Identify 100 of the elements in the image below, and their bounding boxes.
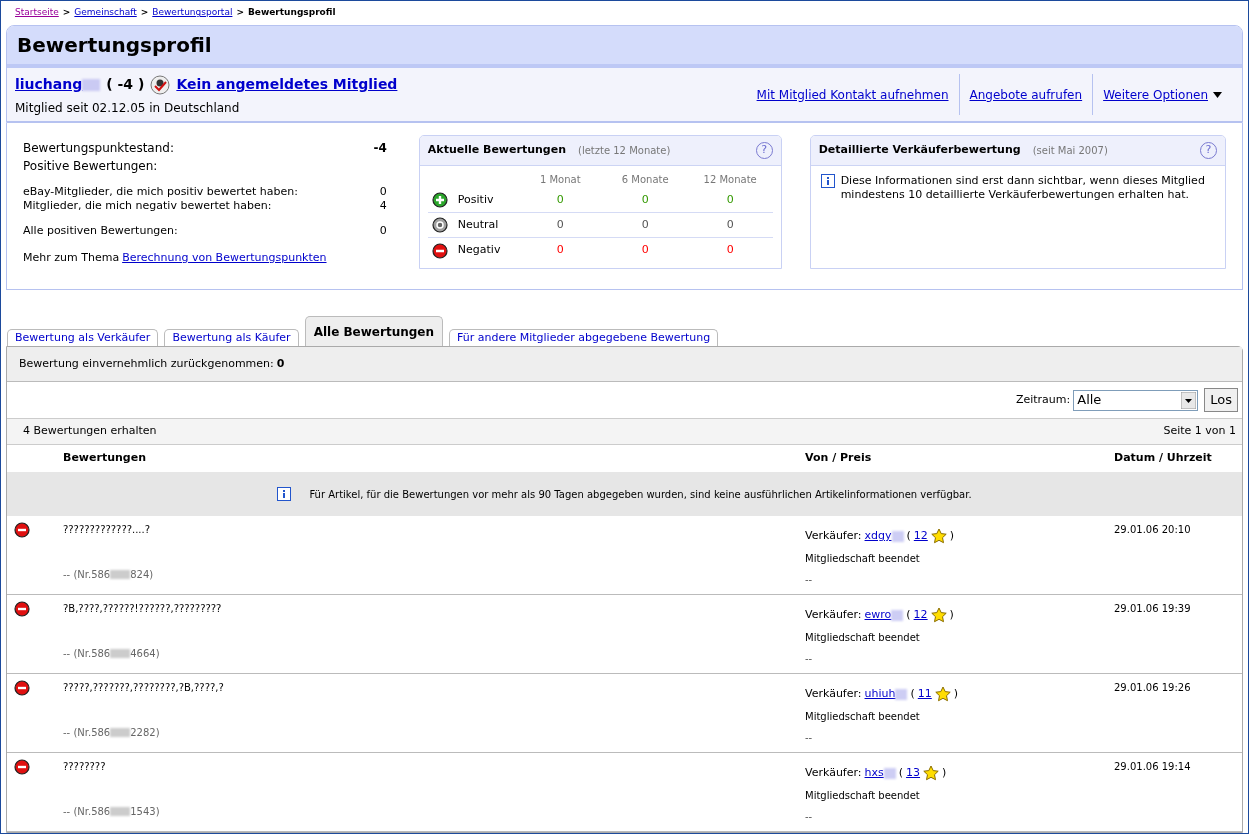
membership-status: Mitgliedschaft beendet: [805, 630, 921, 645]
item-number-end: 824): [130, 568, 154, 582]
column-header: 12 Monate: [702, 173, 758, 187]
blurred-text: [895, 688, 908, 700]
period-dropdown[interactable]: Alle: [1073, 389, 1199, 411]
stat-label: Mitglieder, die mich negativ bewertet haben:: [23, 199, 272, 213]
shield-check-icon: [150, 74, 171, 95]
item-number-end: 1543): [130, 805, 160, 819]
rating-count: 0: [640, 216, 650, 233]
role-label: Verkäufer:: [805, 528, 862, 544]
price: --: [805, 651, 814, 666]
info-text: Diese Informationen sind erst dann sichtbar, wenn dieses Mitglied mindestens 10 detaillierte Verkäuferbewertungen erhalten hat.: [840, 174, 1206, 202]
item-number-end: 2282): [130, 726, 160, 740]
bracket: (: [898, 765, 904, 781]
tab[interactable]: Bewertung als Verkäufer: [7, 328, 159, 346]
more-text: Mehr zum Thema: [23, 249, 120, 266]
action-link[interactable]: Angebote aufrufen: [969, 85, 1083, 104]
action-link[interactable]: Weitere Optionen: [1103, 85, 1208, 104]
breadcrumb-link[interactable]: Gemeinschaft: [74, 6, 137, 20]
go-button[interactable]: Los: [1204, 388, 1238, 412]
role-label: Verkäufer:: [805, 686, 862, 702]
stat-value: 0: [379, 185, 387, 199]
user-link[interactable]: uhiuh: [864, 686, 896, 703]
bracket: ): [953, 686, 959, 702]
rating-count: 0: [725, 216, 735, 233]
price: --: [805, 730, 814, 745]
rating-date: 29.01.06 19:26: [1114, 681, 1192, 695]
membership-status: Mitgliedschaft beendet: [805, 709, 921, 724]
rating-count: 0: [725, 191, 735, 208]
item-number-start: -- (Nr.586: [63, 805, 111, 819]
bracket: ): [949, 528, 955, 544]
page-indicator: Seite 1 von 1: [1163, 423, 1236, 440]
bracket: ): [949, 607, 954, 623]
member-name-link[interactable]: liuchang: [15, 74, 83, 95]
stat-value: 4: [379, 199, 387, 213]
dropdown-arrow-icon: [1181, 391, 1197, 409]
user-link[interactable]: hxs: [864, 765, 884, 782]
blurred-text: [891, 609, 904, 621]
item-number-start: -- (Nr.586: [63, 726, 111, 740]
star-icon: [923, 765, 940, 782]
period-value: Alle: [1076, 391, 1103, 410]
tab[interactable]: Für andere Mitglieder abgegebene Bewertung: [449, 328, 719, 346]
blurred-text: [110, 807, 131, 816]
blurred-text: [110, 728, 131, 737]
stat-label: eBay-Mitglieder, die mich positiv bewertet haben:: [23, 185, 298, 199]
panel-title: Detaillierte Verkäuferbewertung: [818, 142, 1021, 159]
rating-count: 0: [555, 191, 565, 208]
stat-value: -4: [373, 140, 387, 157]
breadcrumb-link[interactable]: Startseite: [15, 6, 59, 20]
star-icon: [930, 607, 947, 624]
star-icon: [930, 528, 947, 545]
rating-comment: ????????: [63, 760, 107, 774]
info-icon: [277, 487, 292, 501]
item-number-start: -- (Nr.586: [63, 647, 111, 661]
rating-date: 29.01.06 19:39: [1114, 602, 1192, 616]
rating-count: 0: [640, 191, 650, 208]
column-header: 6 Monate: [620, 173, 670, 187]
member-status-link[interactable]: Kein angemeldetes Mitglied: [176, 74, 398, 95]
bracket: (: [906, 528, 911, 544]
member-score: ( -4 ): [106, 75, 145, 94]
blurred-text: [110, 649, 131, 658]
withdrawn-label: Bewertung einvernehmlich zurückgenommen:: [19, 355, 274, 372]
rating-comment: ?????,???????,????????,?B,????,?: [63, 681, 225, 695]
user-link[interactable]: ewro: [864, 607, 892, 624]
blurred-text: [883, 767, 896, 779]
rating-date: 29.01.06 19:14: [1114, 760, 1192, 774]
period-label: Zeitraum:: [1015, 391, 1071, 408]
panel-subtitle: (letzte 12 Monate): [578, 144, 671, 158]
stat-value: 0: [379, 223, 387, 239]
item-number-end: 4664): [130, 647, 160, 661]
feedback-score-link[interactable]: 12: [913, 607, 928, 624]
rating-type-label: Positiv: [457, 191, 494, 208]
user-link[interactable]: xdgy: [864, 528, 892, 545]
action-link[interactable]: Mit Mitglied Kontakt aufnehmen: [756, 85, 949, 104]
feedback-score-link[interactable]: 13: [906, 765, 921, 782]
breadcrumb-current: Bewertungsprofil: [247, 6, 336, 20]
rating-count: 0: [640, 242, 650, 259]
bracket: ): [942, 765, 947, 781]
blurred-text: [82, 78, 101, 91]
bracket: (: [906, 607, 911, 623]
price: --: [805, 809, 814, 824]
membership-status: Mitgliedschaft beendet: [805, 551, 921, 566]
column-header: 1 Monat: [538, 173, 582, 187]
bracket: (: [910, 686, 915, 702]
page-title: Bewertungsprofil: [7, 26, 1242, 68]
feedback-score-link[interactable]: 12: [913, 528, 928, 545]
rating-type-label: Negativ: [457, 242, 501, 259]
tab[interactable]: Bewertung als Käufer: [164, 328, 299, 346]
breadcrumb-link[interactable]: Bewertungsportal: [152, 6, 233, 20]
member-since: Mitglied seit 02.12.05 in Deutschland: [15, 100, 241, 117]
rating-count: 0: [555, 242, 565, 259]
star-icon: [934, 686, 951, 703]
blurred-text: [891, 530, 904, 542]
breadcrumb-separator: >: [62, 6, 71, 20]
price: --: [805, 572, 814, 587]
role-label: Verkäufer:: [805, 765, 862, 781]
more-link[interactable]: Berechnung von Bewertungspunkten: [122, 249, 327, 266]
tab[interactable]: Alle Bewertungen: [304, 316, 443, 346]
breadcrumb-separator: >: [236, 6, 244, 20]
feedback-score-link[interactable]: 11: [917, 686, 932, 703]
